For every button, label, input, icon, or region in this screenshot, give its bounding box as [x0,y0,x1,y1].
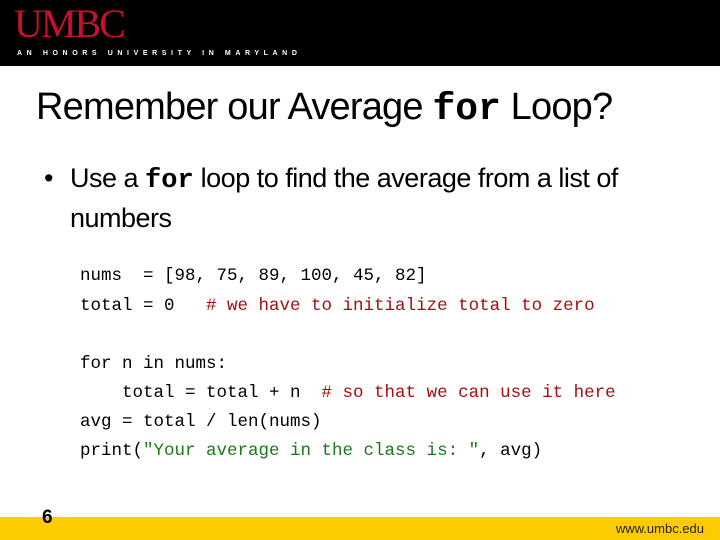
bullet-text-pre: Use a [70,163,146,193]
code-line: avg = total / len(nums) [80,412,322,432]
footer-bar [0,517,720,540]
header-bar: UMBC AN HONORS UNIVERSITY IN MARYLAND [0,0,720,66]
bullet-dot-icon: • [44,163,53,193]
bullet-item: • Use a for loop to find the average fro… [44,160,704,237]
title-code: for [432,88,501,131]
code-line: total = 0 # we have to initialize total … [80,296,595,316]
code-line: print("Your average in the class is: ", … [80,441,543,461]
footer-url: www.umbc.edu [615,521,704,536]
code-line: for n in nums: [80,354,228,374]
code-line: nums = [98, 75, 89, 100, 45, 82] [80,266,427,286]
bullet-text: Use a for loop to find the average from … [70,160,704,237]
tagline: AN HONORS UNIVERSITY IN MARYLAND [17,50,302,57]
bullet-code: for [145,166,194,196]
code-comment: # we have to initialize total to zero [206,296,595,316]
page-number: 6 [42,507,53,528]
umbc-logo: UMBC [14,1,126,46]
title-text-pre: Remember our Average [36,86,433,128]
slide-title: Remember our Average for Loop? [36,86,613,131]
code-block: nums = [98, 75, 89, 100, 45, 82] total =… [80,266,616,461]
code-line: total = total + n # so that we can use i… [80,383,616,403]
code-string: "Your average in the class is: " [143,441,480,461]
code-comment: # so that we can use it here [321,383,616,403]
title-text-post: Loop? [500,86,613,128]
